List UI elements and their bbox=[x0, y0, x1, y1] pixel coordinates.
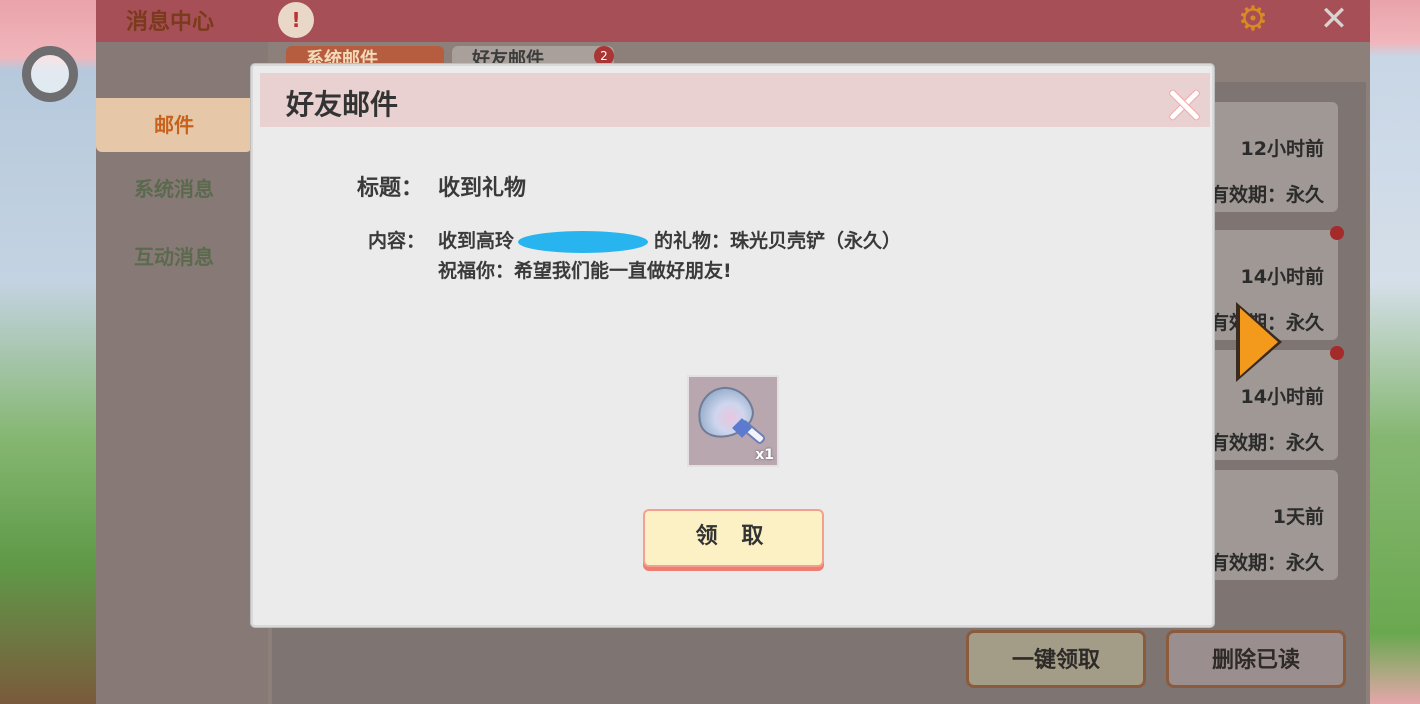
sidebar-item-system-messages[interactable]: 系统消息 bbox=[96, 162, 252, 216]
mail-validity: 有效期：永久 bbox=[1209, 184, 1324, 206]
play-arrow-icon[interactable] bbox=[1240, 308, 1278, 376]
claim-button[interactable]: 领 取 bbox=[643, 509, 824, 567]
collect-all-button[interactable]: 一键领取 bbox=[966, 630, 1146, 688]
subject-value: 收到礼物 bbox=[438, 176, 527, 201]
mail-validity: 有效期：永久 bbox=[1209, 552, 1324, 574]
scene-left-edge bbox=[0, 0, 100, 704]
delete-read-button[interactable]: 删除已读 bbox=[1166, 630, 1346, 688]
list-item[interactable]: 12小时前 有效期：永久 bbox=[1210, 102, 1338, 212]
mail-side-nav: 邮件 系统消息 互动消息 bbox=[96, 42, 268, 704]
content-label: 内容： bbox=[368, 230, 426, 252]
mail-center-header: 消息中心 ! ⚙ ✕ bbox=[96, 0, 1370, 42]
redacted-name bbox=[518, 230, 649, 253]
close-icon[interactable] bbox=[1166, 87, 1200, 121]
info-icon[interactable]: ! bbox=[278, 2, 314, 38]
list-item[interactable]: 1天前 有效期：永久 bbox=[1210, 470, 1338, 580]
mail-validity: 有效期：永久 bbox=[1209, 432, 1324, 454]
sidebar-item-mail[interactable]: 邮件 bbox=[96, 98, 252, 152]
mail-time: 12小时前 bbox=[1240, 138, 1324, 160]
content-line-1-end: 的礼物：珠光贝壳铲（永久） bbox=[654, 230, 902, 252]
sidebar-item-interaction-messages[interactable]: 互动消息 bbox=[96, 230, 252, 284]
dialog-header: 好友邮件 bbox=[260, 73, 1210, 127]
floating-ball-icon[interactable] bbox=[22, 46, 78, 102]
scene-right-edge bbox=[1368, 0, 1420, 704]
mail-time: 14小时前 bbox=[1240, 386, 1324, 408]
mail-center-title: 消息中心 bbox=[126, 10, 215, 35]
gift-item-slot[interactable]: x1 bbox=[687, 375, 779, 467]
subject-label: 标题： bbox=[357, 176, 424, 201]
content-line-2: 祝福你：希望我们能一直做好朋友! bbox=[438, 260, 732, 282]
mail-time: 14小时前 bbox=[1240, 266, 1324, 288]
mail-time: 1天前 bbox=[1272, 506, 1324, 528]
unread-count-badge: 2 bbox=[594, 46, 614, 66]
unread-dot bbox=[1330, 346, 1344, 360]
friend-mail-dialog: 好友邮件 标题： 收到礼物 内容： 收到高玲 的礼物：珠光贝壳铲（永久） 祝福你：… bbox=[251, 64, 1214, 627]
content-line-1: 收到高玲 的礼物：珠光贝壳铲（永久） bbox=[438, 226, 901, 253]
gear-icon[interactable]: ⚙ bbox=[1234, 0, 1272, 38]
gift-quantity: x1 bbox=[755, 447, 774, 463]
unread-dot bbox=[1330, 226, 1344, 240]
content-line-1-start: 收到高玲 bbox=[438, 230, 515, 252]
close-icon[interactable]: ✕ bbox=[1314, 0, 1354, 38]
dialog-title: 好友邮件 bbox=[286, 88, 399, 121]
